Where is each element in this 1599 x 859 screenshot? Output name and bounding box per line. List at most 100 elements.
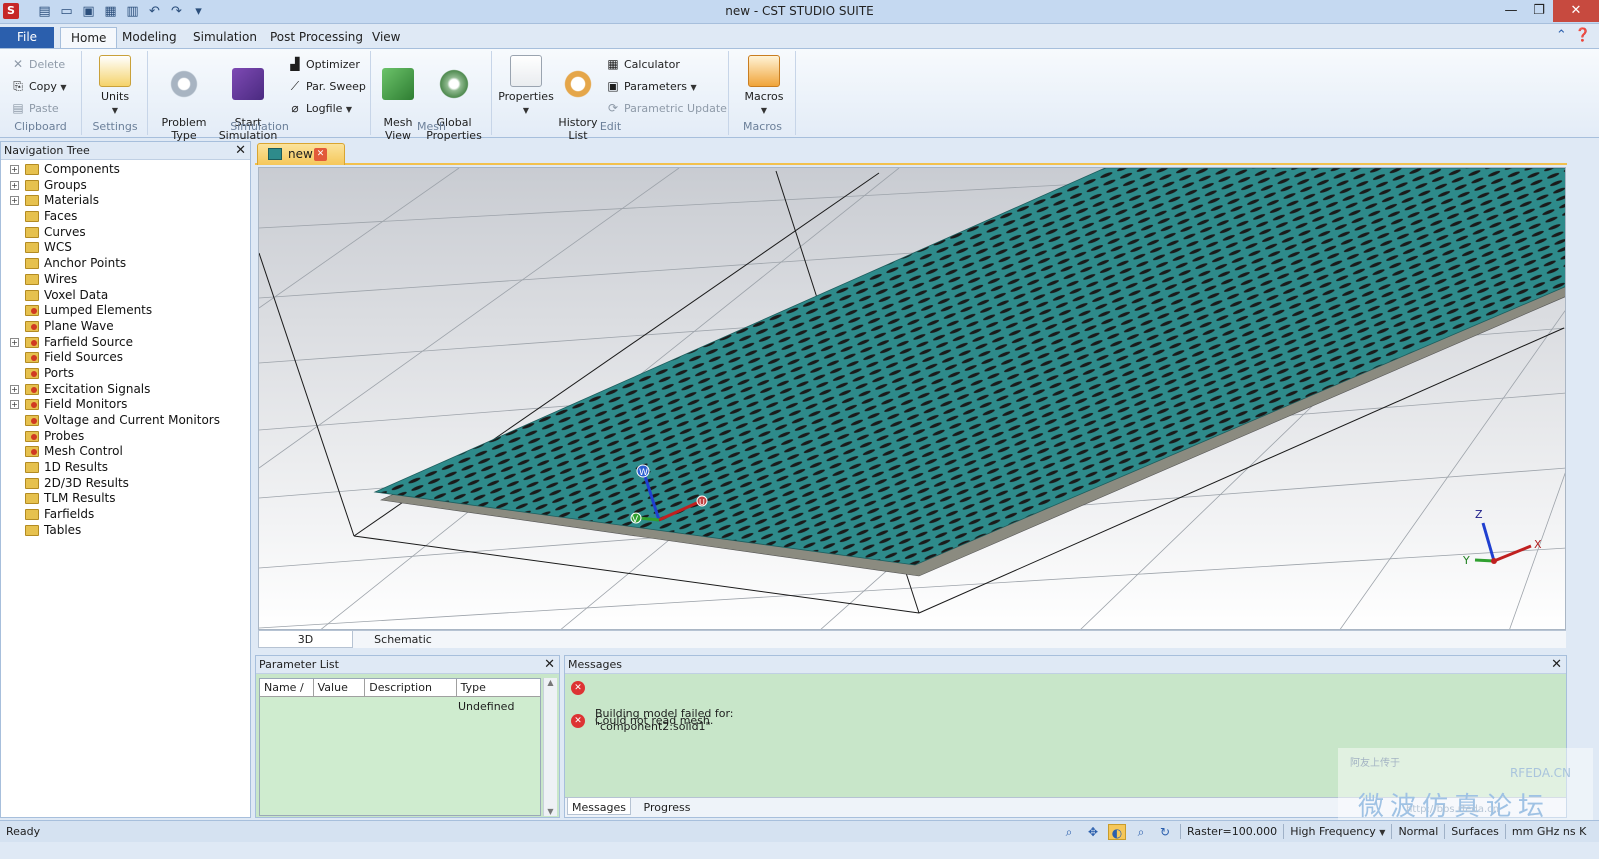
help-icon[interactable]: ❓ — [1575, 28, 1591, 43]
parameter-scrollbar[interactable]: ▲ ▼ — [543, 678, 557, 816]
expand-icon[interactable]: + — [10, 165, 19, 174]
scroll-down-icon[interactable]: ▼ — [544, 807, 557, 816]
expand-icon[interactable]: + — [10, 196, 19, 206]
3d-scene[interactable]: W V U Z X Y — [259, 168, 1566, 630]
collapse-ribbon-icon[interactable]: ⌃ — [1556, 28, 1567, 43]
restore-button[interactable]: ❐ — [1525, 0, 1553, 22]
close-icon[interactable]: ✕ — [235, 142, 246, 160]
close-button[interactable]: ✕ — [1553, 0, 1599, 22]
column-type[interactable]: Type — [457, 679, 540, 696]
properties-button[interactable]: Properties ▼ — [497, 55, 555, 117]
render-mode[interactable]: Normal — [1398, 821, 1438, 842]
tree-item-lumped-elements[interactable]: Lumped Elements — [1, 303, 250, 319]
tree-item-farfield-source[interactable]: + Farfield Source — [1, 335, 250, 351]
tree-item-ports[interactable]: Ports — [1, 366, 250, 382]
folder-icon — [25, 446, 39, 458]
tree-item-wires[interactable]: Wires — [1, 272, 250, 288]
calculator-button[interactable]: ▦ Calculator — [605, 54, 680, 74]
units-readout[interactable]: mm GHz ns K — [1512, 821, 1586, 842]
copy-button[interactable]: ⎘ Copy ▼ — [10, 76, 66, 96]
folder-icon — [25, 509, 39, 521]
tree-item-farfields[interactable]: Farfields — [1, 507, 250, 523]
units-button[interactable]: Units ▼ — [95, 55, 135, 117]
column-description[interactable]: Description — [365, 679, 457, 696]
expand-icon[interactable]: + — [10, 337, 19, 347]
zoom-fit-icon[interactable]: ⌕ — [1132, 824, 1150, 840]
par-sweep-icon: ⟋ — [290, 79, 300, 93]
tree-item-voltage-and-current-monitors[interactable]: Voltage and Current Monitors — [1, 413, 250, 429]
folder-icon — [25, 226, 39, 238]
logfile-button[interactable]: ⌀ Logfile ▼ — [287, 98, 352, 118]
par-sweep-button[interactable]: ⟋ Par. Sweep — [287, 76, 366, 96]
3d-viewport[interactable]: W V U Z X Y — [258, 167, 1566, 630]
tree-item-components[interactable]: + Components — [1, 162, 250, 178]
tab-post-processing[interactable]: Post Processing — [260, 27, 373, 48]
parameter-row-type[interactable]: Undefined — [458, 700, 514, 713]
tree-item-anchor-points[interactable]: Anchor Points — [1, 256, 250, 272]
rotate-view-icon[interactable]: ◐ — [1108, 823, 1126, 840]
column-value[interactable]: Value — [314, 679, 366, 696]
tree-item-plane-wave[interactable]: Plane Wave — [1, 319, 250, 335]
message-item[interactable]: ✕ Could not read mesh. — [571, 714, 713, 728]
raster-readout: Raster=100.000 — [1187, 825, 1278, 838]
tree-item-faces[interactable]: Faces — [1, 209, 250, 225]
tree-item-wcs[interactable]: WCS — [1, 240, 250, 256]
start-simulation-icon — [232, 68, 264, 100]
paste-button[interactable]: ▤ Paste — [10, 98, 58, 118]
status-tools: ⌕ ✥ ◐ ⌕ ↻ Raster=100.000 High Frequency … — [1060, 821, 1586, 842]
tree-item-voxel-data[interactable]: Voxel Data — [1, 288, 250, 304]
expand-icon[interactable]: + — [10, 384, 19, 394]
macros-button[interactable]: Macros ▼ — [742, 55, 786, 117]
tree-item-1d-results[interactable]: 1D Results — [1, 460, 250, 476]
units-icon — [99, 55, 131, 87]
tab-simulation[interactable]: Simulation — [183, 27, 267, 48]
optimizer-button[interactable]: ▟ Optimizer — [287, 54, 359, 74]
minimize-button[interactable]: — — [1497, 0, 1525, 22]
tab-messages[interactable]: Messages — [567, 798, 631, 815]
tab-modeling[interactable]: Modeling — [112, 27, 187, 48]
parametric-update-button[interactable]: ⟳ Parametric Update — [605, 98, 727, 118]
gear-icon — [168, 68, 200, 100]
folder-icon — [25, 242, 39, 254]
expand-icon[interactable]: + — [10, 400, 19, 410]
tab-file[interactable]: File — [0, 27, 54, 48]
tree-item-2d-3d-results[interactable]: 2D/3D Results — [1, 476, 250, 492]
tree-item-groups[interactable]: + Groups — [1, 178, 250, 194]
tree-item-tables[interactable]: Tables — [1, 523, 250, 539]
delete-button[interactable]: ✕ Delete — [10, 54, 65, 74]
tree-item-label: Voltage and Current Monitors — [44, 413, 220, 427]
zoom-icon[interactable]: ⌕ — [1060, 824, 1078, 840]
reset-view-icon[interactable]: ↻ — [1156, 824, 1174, 840]
display-mode[interactable]: Surfaces — [1451, 821, 1499, 842]
tree-item-field-sources[interactable]: Field Sources — [1, 350, 250, 366]
close-tab-icon[interactable]: ✕ — [314, 148, 327, 161]
expand-icon[interactable]: + — [10, 180, 19, 190]
tab-schematic[interactable]: Schematic — [358, 631, 448, 648]
tree-item-materials[interactable]: + Materials — [1, 193, 250, 209]
paste-icon: ▤ — [12, 101, 24, 115]
close-icon[interactable]: ✕ — [1551, 656, 1562, 674]
tree-item-field-monitors[interactable]: + Field Monitors — [1, 397, 250, 413]
close-icon[interactable]: ✕ — [544, 656, 555, 674]
document-tab-bar: new ✕ — [255, 141, 1567, 165]
document-tab-new[interactable]: new ✕ — [257, 143, 345, 165]
tree-item-tlm-results[interactable]: TLM Results — [1, 491, 250, 507]
tree-item-probes[interactable]: Probes — [1, 429, 250, 445]
tree-item-excitation-signals[interactable]: + Excitation Signals — [1, 382, 250, 398]
frequency-mode-dropdown[interactable]: High Frequency ▼ — [1290, 821, 1385, 843]
tree-item-mesh-control[interactable]: Mesh Control — [1, 444, 250, 460]
pan-icon[interactable]: ✥ — [1084, 824, 1102, 840]
tab-home[interactable]: Home — [60, 27, 118, 48]
column-name[interactable]: Name / — [260, 679, 314, 696]
scroll-up-icon[interactable]: ▲ — [544, 678, 557, 687]
tab-progress[interactable]: Progress — [637, 798, 697, 815]
navigation-tree: + Components + Groups + Materials Faces Curves W… — [1, 160, 250, 539]
messages-header: Messages ✕ — [565, 656, 1566, 674]
tab-3d[interactable]: 3D — [258, 631, 353, 648]
project-icon — [268, 148, 282, 160]
tree-item-label: TLM Results — [44, 491, 116, 506]
parameter-grid[interactable]: Name / Value Description Type Undefined — [259, 678, 541, 816]
parameters-button[interactable]: ▣ Parameters ▼ — [605, 76, 696, 96]
tree-item-curves[interactable]: Curves — [1, 225, 250, 241]
tab-view[interactable]: View — [362, 27, 410, 48]
